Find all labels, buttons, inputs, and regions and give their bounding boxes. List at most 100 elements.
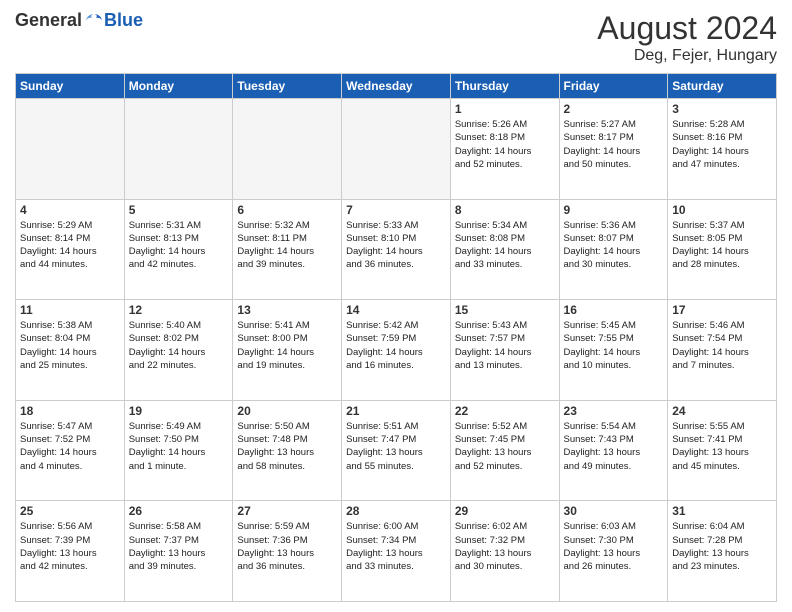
calendar-cell: 23 Sunrise: 5:54 AM Sunset: 7:43 PM Dayli… (559, 400, 668, 501)
month-year: August 2024 (597, 10, 777, 47)
weekday-monday: Monday (124, 74, 233, 99)
day-number: 17 (672, 303, 772, 317)
day-number: 4 (20, 203, 120, 217)
day-number: 27 (237, 504, 337, 518)
calendar-cell: 18 Sunrise: 5:47 AM Sunset: 7:52 PM Dayli… (16, 400, 125, 501)
calendar-cell: 24 Sunrise: 5:55 AM Sunset: 7:41 PM Dayli… (668, 400, 777, 501)
calendar-cell: 29Sunrise: 6:02 AM Sunset: 7:32 PM Dayli… (450, 501, 559, 602)
calendar-cell: 6Sunrise: 5:32 AM Sunset: 8:11 PM Daylig… (233, 199, 342, 300)
day-number: 30 (564, 504, 664, 518)
calendar-cell: 12 Sunrise: 5:40 AM Sunset: 8:02 PM Dayli… (124, 300, 233, 401)
day-info: Sunrise: 5:34 AM Sunset: 8:08 PM Dayligh… (455, 219, 555, 272)
day-info: Sunrise: 5:43 AM Sunset: 7:57 PM Dayligh… (455, 319, 555, 372)
day-info: Sunrise: 5:38 AM Sunset: 8:04 PM Dayligh… (20, 319, 120, 372)
day-number: 26 (129, 504, 229, 518)
day-info: Sunrise: 5:29 AM Sunset: 8:14 PM Dayligh… (20, 219, 120, 272)
day-number: 31 (672, 504, 772, 518)
calendar-cell: 2Sunrise: 5:27 AM Sunset: 8:17 PM Daylig… (559, 99, 668, 200)
location: Deg, Fejer, Hungary (597, 47, 777, 65)
calendar-cell: 22 Sunrise: 5:52 AM Sunset: 7:45 PM Dayli… (450, 400, 559, 501)
day-info: Sunrise: 6:00 AM Sunset: 7:34 PM Dayligh… (346, 520, 446, 573)
day-number: 16 (564, 303, 664, 317)
calendar-cell (233, 99, 342, 200)
calendar-cell: 3 Sunrise: 5:28 AM Sunset: 8:16 PM Daylig… (668, 99, 777, 200)
day-number: 1 (455, 102, 555, 116)
day-info: Sunrise: 5:46 AM Sunset: 7:54 PM Dayligh… (672, 319, 772, 372)
day-number: 5 (129, 203, 229, 217)
day-info: Sunrise: 5:58 AM Sunset: 7:37 PM Dayligh… (129, 520, 229, 573)
calendar-cell: 11 Sunrise: 5:38 AM Sunset: 8:04 PM Dayli… (16, 300, 125, 401)
day-info: Sunrise: 5:33 AM Sunset: 8:10 PM Dayligh… (346, 219, 446, 272)
calendar-cell: 25 Sunrise: 5:56 AM Sunset: 7:39 PM Dayli… (16, 501, 125, 602)
day-number: 23 (564, 404, 664, 418)
day-info: Sunrise: 5:56 AM Sunset: 7:39 PM Dayligh… (20, 520, 120, 573)
day-info: Sunrise: 5:26 AM Sunset: 8:18 PM Dayligh… (455, 118, 555, 171)
calendar-cell: 15 Sunrise: 5:43 AM Sunset: 7:57 PM Dayli… (450, 300, 559, 401)
day-number: 29 (455, 504, 555, 518)
day-number: 18 (20, 404, 120, 418)
calendar-cell: 20Sunrise: 5:50 AM Sunset: 7:48 PM Dayli… (233, 400, 342, 501)
header: General Blue August 2024 Deg, Fejer, Hun… (15, 10, 777, 65)
day-number: 7 (346, 203, 446, 217)
day-info: Sunrise: 5:36 AM Sunset: 8:07 PM Dayligh… (564, 219, 664, 272)
day-info: Sunrise: 5:31 AM Sunset: 8:13 PM Dayligh… (129, 219, 229, 272)
day-info: Sunrise: 5:45 AM Sunset: 7:55 PM Dayligh… (564, 319, 664, 372)
day-info: Sunrise: 5:52 AM Sunset: 7:45 PM Dayligh… (455, 420, 555, 473)
day-info: Sunrise: 5:47 AM Sunset: 7:52 PM Dayligh… (20, 420, 120, 473)
weekday-saturday: Saturday (668, 74, 777, 99)
day-info: Sunrise: 5:40 AM Sunset: 8:02 PM Dayligh… (129, 319, 229, 372)
calendar-cell: 7 Sunrise: 5:33 AM Sunset: 8:10 PM Daylig… (342, 199, 451, 300)
logo-blue-text: Blue (104, 10, 143, 31)
calendar-cell: 27Sunrise: 5:59 AM Sunset: 7:36 PM Dayli… (233, 501, 342, 602)
day-number: 3 (672, 102, 772, 116)
day-number: 6 (237, 203, 337, 217)
logo-bird-icon (84, 11, 104, 31)
day-info: Sunrise: 5:50 AM Sunset: 7:48 PM Dayligh… (237, 420, 337, 473)
calendar-table: SundayMondayTuesdayWednesdayThursdayFrid… (15, 73, 777, 602)
week-row-3: 11 Sunrise: 5:38 AM Sunset: 8:04 PM Dayli… (16, 300, 777, 401)
day-number: 22 (455, 404, 555, 418)
week-row-5: 25 Sunrise: 5:56 AM Sunset: 7:39 PM Dayli… (16, 501, 777, 602)
day-info: Sunrise: 5:54 AM Sunset: 7:43 PM Dayligh… (564, 420, 664, 473)
weekday-wednesday: Wednesday (342, 74, 451, 99)
day-number: 24 (672, 404, 772, 418)
calendar-cell: 21 Sunrise: 5:51 AM Sunset: 7:47 PM Dayli… (342, 400, 451, 501)
logo-general-text: General (15, 10, 82, 31)
week-row-4: 18 Sunrise: 5:47 AM Sunset: 7:52 PM Dayli… (16, 400, 777, 501)
weekday-tuesday: Tuesday (233, 74, 342, 99)
week-row-1: 1 Sunrise: 5:26 AM Sunset: 8:18 PM Daylig… (16, 99, 777, 200)
calendar-cell: 13Sunrise: 5:41 AM Sunset: 8:00 PM Dayli… (233, 300, 342, 401)
day-number: 11 (20, 303, 120, 317)
calendar-cell: 14Sunrise: 5:42 AM Sunset: 7:59 PM Dayli… (342, 300, 451, 401)
day-number: 25 (20, 504, 120, 518)
calendar-cell: 31 Sunrise: 6:04 AM Sunset: 7:28 PM Dayli… (668, 501, 777, 602)
day-info: Sunrise: 5:42 AM Sunset: 7:59 PM Dayligh… (346, 319, 446, 372)
day-info: Sunrise: 6:03 AM Sunset: 7:30 PM Dayligh… (564, 520, 664, 573)
calendar-cell: 8Sunrise: 5:34 AM Sunset: 8:08 PM Daylig… (450, 199, 559, 300)
weekday-sunday: Sunday (16, 74, 125, 99)
day-info: Sunrise: 5:55 AM Sunset: 7:41 PM Dayligh… (672, 420, 772, 473)
logo: General Blue (15, 10, 143, 31)
calendar-cell (16, 99, 125, 200)
calendar-cell: 1 Sunrise: 5:26 AM Sunset: 8:18 PM Daylig… (450, 99, 559, 200)
day-info: Sunrise: 5:28 AM Sunset: 8:16 PM Dayligh… (672, 118, 772, 171)
calendar-cell: 5 Sunrise: 5:31 AM Sunset: 8:13 PM Daylig… (124, 199, 233, 300)
calendar-cell (124, 99, 233, 200)
day-number: 13 (237, 303, 337, 317)
title-block: August 2024 Deg, Fejer, Hungary (597, 10, 777, 65)
day-number: 12 (129, 303, 229, 317)
day-number: 21 (346, 404, 446, 418)
calendar-cell: 17 Sunrise: 5:46 AM Sunset: 7:54 PM Dayli… (668, 300, 777, 401)
calendar-cell: 28Sunrise: 6:00 AM Sunset: 7:34 PM Dayli… (342, 501, 451, 602)
calendar-cell: 9Sunrise: 5:36 AM Sunset: 8:07 PM Daylig… (559, 199, 668, 300)
calendar-cell: 10 Sunrise: 5:37 AM Sunset: 8:05 PM Dayli… (668, 199, 777, 300)
weekday-thursday: Thursday (450, 74, 559, 99)
calendar-cell: 19Sunrise: 5:49 AM Sunset: 7:50 PM Dayli… (124, 400, 233, 501)
day-info: Sunrise: 5:37 AM Sunset: 8:05 PM Dayligh… (672, 219, 772, 272)
day-info: Sunrise: 5:27 AM Sunset: 8:17 PM Dayligh… (564, 118, 664, 171)
day-info: Sunrise: 6:04 AM Sunset: 7:28 PM Dayligh… (672, 520, 772, 573)
calendar-cell: 4 Sunrise: 5:29 AM Sunset: 8:14 PM Daylig… (16, 199, 125, 300)
day-number: 15 (455, 303, 555, 317)
day-number: 10 (672, 203, 772, 217)
day-info: Sunrise: 5:51 AM Sunset: 7:47 PM Dayligh… (346, 420, 446, 473)
